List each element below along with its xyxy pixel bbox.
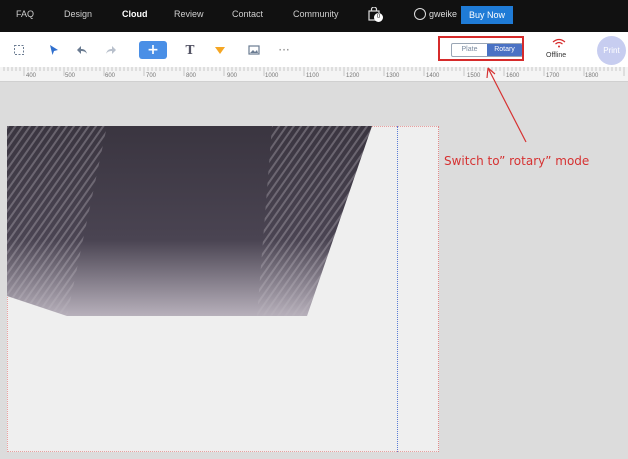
ruler-label: 800 <box>186 73 197 79</box>
pointer-icon[interactable] <box>44 40 64 60</box>
ruler-label: 1700 <box>546 73 560 79</box>
ruler-label: 1300 <box>386 73 400 79</box>
engraving-image[interactable] <box>7 126 397 336</box>
ruler-label: 1500 <box>467 73 481 79</box>
select-frame-icon[interactable] <box>9 40 29 60</box>
ruler-label: 400 <box>26 73 37 79</box>
annotation-text: Switch to” rotary” mode <box>444 154 590 168</box>
ruler-label: 700 <box>146 73 157 79</box>
ruler-label: 600 <box>105 73 116 79</box>
ruler-label: 1800 <box>585 73 599 79</box>
nav-cloud[interactable]: Cloud <box>122 9 148 19</box>
ruler-label: 1200 <box>346 73 360 79</box>
user-icon[interactable] <box>414 8 426 20</box>
top-nav: FAQ Design Cloud Review Contact Communit… <box>0 0 628 32</box>
nav-contact[interactable]: Contact <box>232 9 263 19</box>
wifi-offline-icon <box>552 38 566 48</box>
mode-highlight-box <box>438 36 524 61</box>
nav-community[interactable]: Community <box>293 9 339 19</box>
redo-icon[interactable] <box>101 40 121 60</box>
print-button[interactable]: Print <box>597 36 626 65</box>
cart-count-badge: 0 <box>374 13 383 22</box>
nav-design[interactable]: Design <box>64 9 92 19</box>
ruler: 400 500 600 700 800 900 1000 1100 1200 1… <box>0 67 628 82</box>
undo-icon[interactable] <box>72 40 92 60</box>
username[interactable]: gweike <box>429 9 457 19</box>
nav-review[interactable]: Review <box>174 9 204 19</box>
annotation-arrow <box>486 67 527 143</box>
more-icon[interactable]: ··· <box>274 40 294 60</box>
text-tool[interactable]: T <box>180 40 200 60</box>
ruler-label: 900 <box>227 73 238 79</box>
canvas-boundary-blue <box>397 126 399 452</box>
add-button[interactable]: + <box>139 41 167 59</box>
canvas-boundary-red <box>438 126 440 452</box>
shape-icon[interactable] <box>210 40 230 60</box>
image-icon[interactable] <box>244 40 264 60</box>
ruler-label: 500 <box>65 73 76 79</box>
buy-now-button[interactable]: Buy Now <box>461 6 513 24</box>
toolbar: + T ··· <box>0 32 628 68</box>
ruler-label: 1100 <box>306 73 319 79</box>
nav-faq[interactable]: FAQ <box>16 9 34 19</box>
ruler-label: 1400 <box>426 73 440 79</box>
connection-status: Offline <box>546 52 567 59</box>
ruler-label: 1000 <box>265 73 279 79</box>
